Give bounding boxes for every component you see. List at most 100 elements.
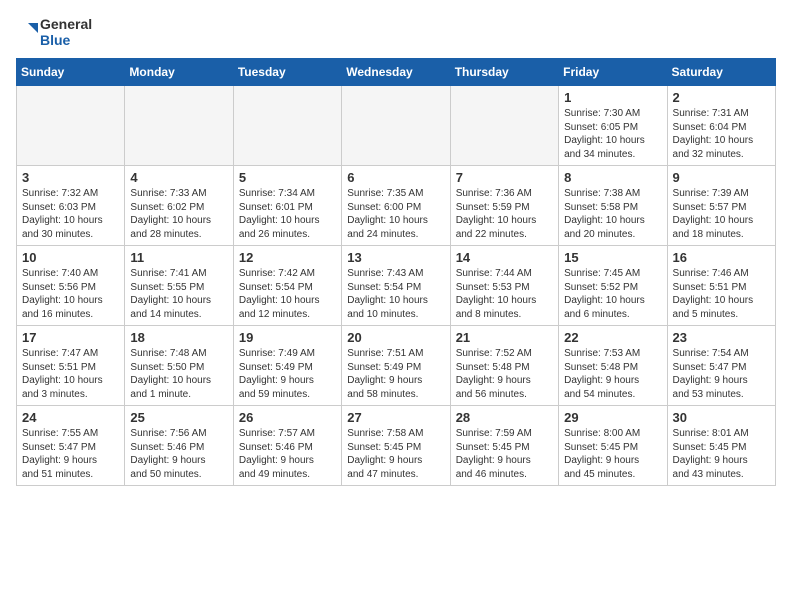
cell-info-line: Sunrise: 7:38 AM: [564, 187, 661, 201]
col-header-sunday: Sunday: [17, 59, 125, 86]
cell-info-line: Sunrise: 7:52 AM: [456, 347, 553, 361]
cell-info-line: Sunset: 5:51 PM: [673, 281, 770, 295]
calendar-cell: 5Sunrise: 7:34 AMSunset: 6:01 PMDaylight…: [233, 166, 341, 246]
cell-info-line: Sunset: 5:48 PM: [456, 361, 553, 375]
cell-info-line: Sunset: 5:47 PM: [22, 441, 119, 455]
cell-info-line: Sunset: 6:04 PM: [673, 121, 770, 135]
cell-info-line: Sunrise: 7:54 AM: [673, 347, 770, 361]
calendar-cell: 28Sunrise: 7:59 AMSunset: 5:45 PMDayligh…: [450, 406, 558, 486]
cell-info-line: Daylight: 10 hours: [564, 134, 661, 148]
cell-info-line: and 22 minutes.: [456, 228, 553, 242]
calendar-cell: [450, 86, 558, 166]
cell-info-line: Sunrise: 7:48 AM: [130, 347, 227, 361]
calendar-cell: 9Sunrise: 7:39 AMSunset: 5:57 PMDaylight…: [667, 166, 775, 246]
cell-info-line: and 45 minutes.: [564, 468, 661, 482]
cell-info-line: Sunrise: 7:41 AM: [130, 267, 227, 281]
cell-info-line: Sunrise: 7:55 AM: [22, 427, 119, 441]
cell-info-line: Daylight: 10 hours: [22, 214, 119, 228]
calendar-cell: 15Sunrise: 7:45 AMSunset: 5:52 PMDayligh…: [559, 246, 667, 326]
cell-info-line: Daylight: 10 hours: [130, 374, 227, 388]
calendar-cell: 26Sunrise: 7:57 AMSunset: 5:46 PMDayligh…: [233, 406, 341, 486]
cell-info-line: Sunset: 5:49 PM: [347, 361, 444, 375]
cell-info-line: and 30 minutes.: [22, 228, 119, 242]
cell-info-line: Daylight: 9 hours: [239, 374, 336, 388]
calendar-cell: 27Sunrise: 7:58 AMSunset: 5:45 PMDayligh…: [342, 406, 450, 486]
logo-container: General Blue: [16, 16, 92, 48]
calendar-cell: 23Sunrise: 7:54 AMSunset: 5:47 PMDayligh…: [667, 326, 775, 406]
cell-info-line: and 5 minutes.: [673, 308, 770, 322]
cell-info-line: Daylight: 10 hours: [564, 214, 661, 228]
calendar-cell: 6Sunrise: 7:35 AMSunset: 6:00 PMDaylight…: [342, 166, 450, 246]
cell-info-line: Sunset: 5:54 PM: [347, 281, 444, 295]
calendar-cell: 7Sunrise: 7:36 AMSunset: 5:59 PMDaylight…: [450, 166, 558, 246]
day-number: 10: [22, 250, 119, 265]
day-number: 7: [456, 170, 553, 185]
day-number: 26: [239, 410, 336, 425]
cell-info-line: Sunrise: 7:40 AM: [22, 267, 119, 281]
calendar-header-row: SundayMondayTuesdayWednesdayThursdayFrid…: [17, 59, 776, 86]
day-number: 23: [673, 330, 770, 345]
cell-info-line: Sunset: 5:55 PM: [130, 281, 227, 295]
cell-info-line: and 53 minutes.: [673, 388, 770, 402]
day-number: 18: [130, 330, 227, 345]
cell-info-line: Daylight: 9 hours: [239, 454, 336, 468]
cell-info-line: Daylight: 9 hours: [22, 454, 119, 468]
day-number: 25: [130, 410, 227, 425]
cell-info-line: Daylight: 10 hours: [130, 214, 227, 228]
calendar-cell: 10Sunrise: 7:40 AMSunset: 5:56 PMDayligh…: [17, 246, 125, 326]
week-row-4: 24Sunrise: 7:55 AMSunset: 5:47 PMDayligh…: [17, 406, 776, 486]
calendar-cell: 21Sunrise: 7:52 AMSunset: 5:48 PMDayligh…: [450, 326, 558, 406]
calendar-table: SundayMondayTuesdayWednesdayThursdayFrid…: [16, 58, 776, 486]
cell-info-line: Sunrise: 7:43 AM: [347, 267, 444, 281]
col-header-saturday: Saturday: [667, 59, 775, 86]
cell-info-line: Daylight: 10 hours: [673, 294, 770, 308]
day-number: 2: [673, 90, 770, 105]
cell-info-line: Sunrise: 7:42 AM: [239, 267, 336, 281]
calendar-cell: [342, 86, 450, 166]
cell-info-line: Daylight: 9 hours: [347, 374, 444, 388]
cell-info-line: Sunrise: 7:39 AM: [673, 187, 770, 201]
day-number: 12: [239, 250, 336, 265]
day-number: 8: [564, 170, 661, 185]
cell-info-line: Sunset: 5:54 PM: [239, 281, 336, 295]
calendar-cell: 1Sunrise: 7:30 AMSunset: 6:05 PMDaylight…: [559, 86, 667, 166]
cell-info-line: and 16 minutes.: [22, 308, 119, 322]
cell-info-line: Sunrise: 7:46 AM: [673, 267, 770, 281]
cell-info-line: Daylight: 9 hours: [564, 374, 661, 388]
day-number: 15: [564, 250, 661, 265]
cell-info-line: Sunrise: 7:34 AM: [239, 187, 336, 201]
cell-info-line: Daylight: 10 hours: [22, 294, 119, 308]
cell-info-line: and 47 minutes.: [347, 468, 444, 482]
calendar-cell: 24 Sunrise: 7:55 AMSunset: 5:47 PMDayligh…: [17, 406, 125, 486]
cell-info-line: and 43 minutes.: [673, 468, 770, 482]
day-number: 5: [239, 170, 336, 185]
cell-info-line: Sunrise: 7:47 AM: [22, 347, 119, 361]
cell-info-line: Daylight: 10 hours: [239, 294, 336, 308]
day-number: 20: [347, 330, 444, 345]
cell-info-line: Daylight: 9 hours: [564, 454, 661, 468]
day-number: 28: [456, 410, 553, 425]
cell-info-line: Sunrise: 8:00 AM: [564, 427, 661, 441]
calendar-cell: 12 Sunrise: 7:42 AMSunset: 5:54 PMDayligh…: [233, 246, 341, 326]
cell-info-line: Daylight: 10 hours: [347, 294, 444, 308]
day-number: 30: [673, 410, 770, 425]
calendar-cell: 22Sunrise: 7:53 AMSunset: 5:48 PMDayligh…: [559, 326, 667, 406]
header: General Blue: [16, 16, 776, 48]
day-number: 17: [22, 330, 119, 345]
day-number: 6: [347, 170, 444, 185]
page: General Blue SundayMondayTuesdayWednesda…: [0, 0, 792, 502]
cell-info-line: and 50 minutes.: [130, 468, 227, 482]
day-number: 1: [564, 90, 661, 105]
cell-info-line: Sunset: 5:52 PM: [564, 281, 661, 295]
cell-info-line: Daylight: 9 hours: [130, 454, 227, 468]
cell-info-line: Daylight: 10 hours: [673, 134, 770, 148]
cell-info-line: and 3 minutes.: [22, 388, 119, 402]
cell-info-line: and 46 minutes.: [456, 468, 553, 482]
day-number: 24: [22, 410, 119, 425]
day-number: 13: [347, 250, 444, 265]
cell-info-line: Sunset: 6:05 PM: [564, 121, 661, 135]
cell-info-line: Sunset: 5:47 PM: [673, 361, 770, 375]
day-number: 27: [347, 410, 444, 425]
calendar-cell: 11Sunrise: 7:41 AMSunset: 5:55 PMDayligh…: [125, 246, 233, 326]
cell-info-line: Sunrise: 8:01 AM: [673, 427, 770, 441]
